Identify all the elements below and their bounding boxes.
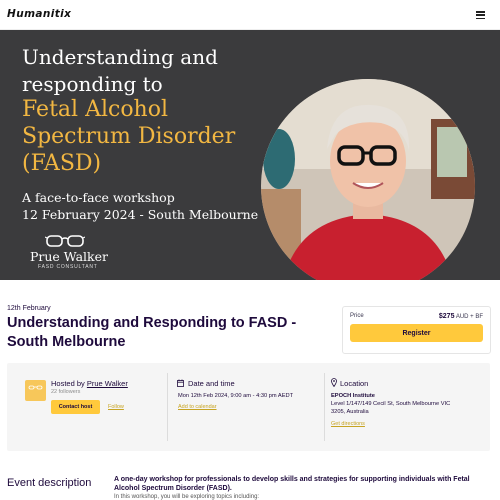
location-heading: Location (340, 379, 369, 388)
host-avatar (25, 380, 46, 401)
follow-link[interactable]: Follow (108, 404, 124, 410)
banner-highlight-title: Fetal Alcohol Spectrum Disorder (FASD) (22, 97, 236, 176)
event-description-more: In this workshop, you will be exploring … (114, 494, 260, 500)
banner-subtitle: A face-to-face workshop 12 February 2024… (22, 190, 259, 222)
event-title: Understanding and Responding to FASD - S… (7, 315, 297, 350)
event-description-heading: Event description (7, 477, 92, 489)
host-followers: 22 followers (51, 389, 81, 395)
presenter-portrait (261, 79, 475, 280)
event-banner: Understanding and responding to Fetal Al… (0, 30, 500, 280)
banner-title: Understanding and responding to (22, 45, 218, 96)
price-label: Price (350, 313, 364, 319)
register-button[interactable]: Register (350, 324, 483, 342)
location-venue: EPOCH Institute (331, 393, 375, 399)
glasses-logo-icon (45, 235, 85, 247)
humanitix-logo[interactable]: Humanitix (7, 8, 71, 20)
divider (167, 373, 168, 441)
divider (324, 373, 325, 441)
price-value: $275 AUD + BF (439, 313, 483, 320)
datetime-value: Mon 12th Feb 2024, 9:00 am - 4:30 pm AED… (178, 393, 294, 399)
location-address-line1: Level 1/147/149 Cecil St, South Melbourn… (331, 401, 451, 407)
location-address-line2: 3205, Australia (331, 409, 369, 415)
price-amount: $275 (438, 313, 455, 320)
get-directions-link[interactable]: Get directions (331, 421, 365, 427)
contact-host-button[interactable]: Contact host (51, 400, 100, 414)
price-suffix: AUD + BF (455, 314, 483, 320)
hamburger-menu-icon[interactable] (476, 11, 485, 20)
event-info-panel: Hosted by Prue Walker 22 followers Conta… (7, 363, 490, 451)
price-box: Price $275 AUD + BF Register (342, 306, 491, 354)
top-navigation: Humanitix (0, 0, 500, 30)
event-description-summary: A one-day workshop for professionals to … (114, 476, 470, 492)
calendar-icon (177, 379, 184, 387)
add-to-calendar-link[interactable]: Add to calendar (178, 404, 217, 410)
location-pin-icon (331, 378, 337, 387)
datetime-heading: Date and time (188, 379, 235, 388)
presenter-name: Prue Walker (30, 249, 108, 264)
presenter-role: FASD CONSULTANT (38, 264, 98, 270)
host-name-link[interactable]: Prue Walker (87, 379, 128, 388)
host-heading: Hosted by Prue Walker (51, 379, 128, 388)
event-date-short: 12th February (7, 305, 51, 312)
